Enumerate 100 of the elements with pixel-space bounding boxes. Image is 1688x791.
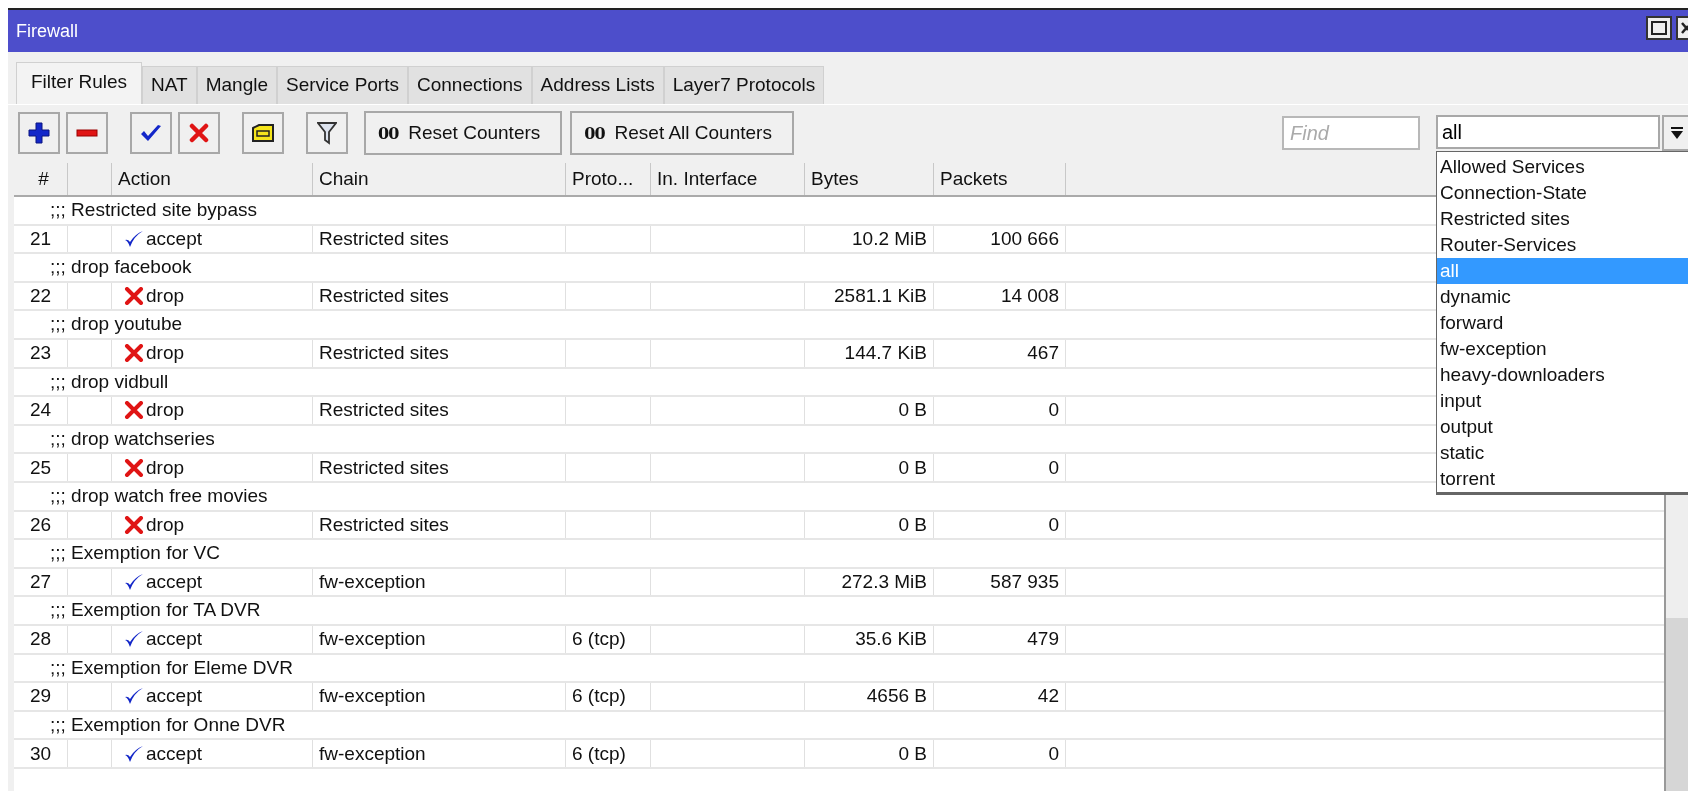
tab[interactable]: NAT [142,66,197,104]
rule-number: 21 [29,227,52,250]
toolbar-button[interactable] [306,112,348,154]
table-cell: 0 B [898,399,927,422]
rule-number: 30 [29,742,52,765]
rule-number: 24 [29,399,52,422]
column-header[interactable]: Packets [934,163,1066,195]
cross-icon [124,287,144,306]
rule-comment: ;;; Exemption for Onne DVR [49,712,286,737]
dropdown-option[interactable]: Allowed Services [1437,154,1688,180]
table-cell: fw-exception [319,685,426,708]
table-cell: drop [146,456,185,479]
table-cell: 42 [1037,685,1059,708]
rule-number: 22 [29,285,52,308]
table-cell: drop [146,513,185,536]
minus-icon [76,129,98,137]
toolbar-button[interactable] [242,112,284,154]
dropdown-option[interactable]: fw-exception [1437,336,1688,362]
table-cell: 0 [1048,742,1059,765]
check-icon [124,630,144,649]
rule-comment: ;;; Restricted site bypass [49,198,257,222]
column-header[interactable]: Chain [313,163,566,195]
rule-comment: ;;; Exemption for VC [49,541,220,566]
toolbar-button[interactable] [18,112,60,154]
table-cell: 0 [1048,513,1059,536]
table-cell: accept [146,742,202,765]
dropdown-option[interactable]: Router-Services [1437,232,1688,258]
dropdown-option[interactable]: torrent [1437,466,1688,492]
cross-icon [189,123,209,143]
dropdown-option[interactable]: output [1437,414,1688,440]
table-cell: 10.2 MiB [852,227,927,250]
table-cell: Restricted sites [319,513,449,536]
check-icon [124,687,144,706]
check-icon [124,573,144,591]
table-cell: accept [146,628,202,651]
table-cell: drop [146,342,185,365]
find-field[interactable]: Find [1282,116,1420,150]
column-header[interactable]: Proto... [566,163,651,195]
dropdown-option[interactable]: forward [1437,310,1688,336]
close-icon[interactable] [1676,16,1688,40]
dropdown-option[interactable]: dynamic [1437,284,1688,310]
toolbar-button[interactable] [130,112,172,154]
rule-number: 28 [29,628,52,651]
table-cell: fw-exception [319,628,426,651]
column-header[interactable]: In. Interface [651,163,805,195]
rule-number: 26 [29,513,52,536]
rule-comment: ;;; Exemption for TA DVR [49,598,261,623]
column-header[interactable]: Action [112,163,313,195]
table-cell: 479 [1027,628,1059,651]
rule-number: 27 [29,571,52,593]
tab[interactable]: Connections [408,66,532,104]
table-cell: Restricted sites [319,227,449,250]
rule-comment: ;;; drop vidbull [49,369,169,394]
dropdown-button[interactable] [1662,115,1688,151]
table-cell: 467 [1027,342,1059,365]
cross-icon [124,458,144,477]
table-cell: 35.6 KiB [855,628,927,651]
plus-icon [28,122,50,144]
column-header[interactable]: # [14,163,68,195]
table-cell: 14 008 [1000,285,1059,308]
caret-icon [1670,126,1684,140]
tab[interactable]: Mangle [196,66,277,104]
table-cell: 0 B [898,513,927,536]
dropdown-option[interactable]: input [1437,388,1688,414]
table-cell: 144.7 KiB [844,342,927,365]
cross-icon [124,344,144,363]
table-cell: 6 (tcp) [572,685,626,708]
rule-comment: ;;; drop watchseries [49,426,215,451]
table-cell: 2581.1 KiB [834,285,927,308]
dropdown-option[interactable]: heavy-downloaders [1437,362,1688,388]
table-cell: Restricted sites [319,399,449,422]
chain-filter-field[interactable]: all [1436,115,1660,149]
table-cell: 6 (tcp) [572,628,626,651]
table-cell: drop [146,399,185,422]
table-cell: Restricted sites [319,285,449,308]
reset-button[interactable]: 00 Reset Counters [364,111,563,155]
dropdown-option[interactable]: Connection-State [1437,180,1688,206]
tab[interactable]: Address Lists [531,66,664,104]
tab[interactable]: Filter Rules [16,62,143,104]
reset-button[interactable]: 00 Reset All Counters [570,111,794,155]
table-cell: Restricted sites [319,342,449,365]
table-cell: accept [146,227,202,250]
dropdown-option[interactable]: static [1437,440,1688,466]
table-cell: 0 B [898,456,927,479]
table-cell: 587 935 [990,571,1059,593]
rule-number: 23 [29,342,52,365]
maximize-icon[interactable] [1646,16,1672,40]
rule-comment: ;;; drop facebook [49,255,192,280]
tab[interactable]: Service Ports [277,66,408,104]
column-header[interactable]: Bytes [805,163,934,195]
cross-icon [124,515,144,534]
dropdown-option[interactable]: Restricted sites [1437,206,1688,232]
rule-comment: ;;; drop watch free movies [49,483,268,508]
table-cell: 0 B [898,742,927,765]
table-cell: fw-exception [319,742,426,765]
table-cell: drop [146,285,185,308]
window-title: Firewall [16,20,78,42]
tab[interactable]: Layer7 Protocols [663,66,825,104]
table-cell: Restricted sites [319,456,449,479]
table-cell: 0 [1048,399,1059,422]
